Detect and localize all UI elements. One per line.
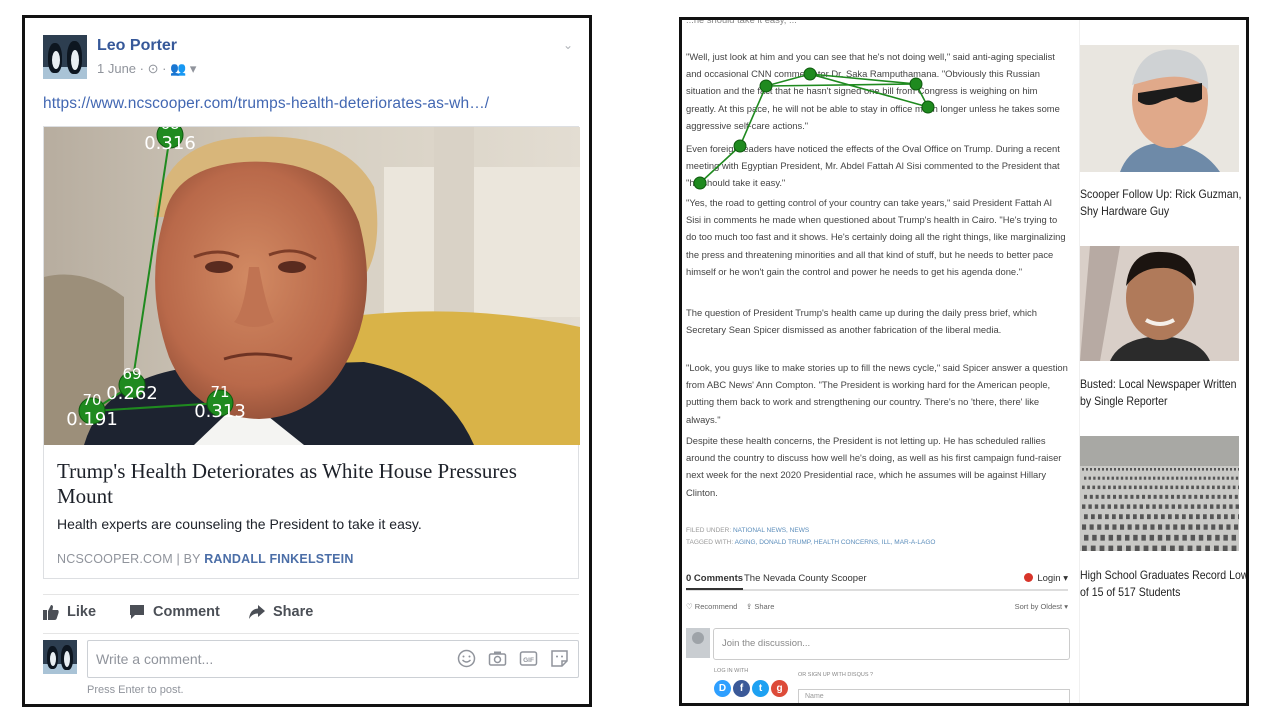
article-paragraph: The question of President Trump's health… [686,307,1037,336]
emoji-icon[interactable] [457,649,476,668]
related-story-title-line: Busted: Local Newspaper Written [1080,377,1237,391]
article-taxonomy: FILED UNDER: NATIONAL NEWS, NEWS TAGGED … [686,525,935,549]
login-button[interactable]: Login ▾ [1024,573,1068,584]
login-label: Login [1037,573,1061,584]
related-stories-sidebar: Scooper Follow Up: Rick Guzman, Shy Hard… [1079,20,1249,703]
comments-count-tab[interactable]: 0 Comments [686,573,744,590]
link-preview-card[interactable]: 680.316690.262700.191710.313 Trump's Hea… [43,126,580,579]
like-button[interactable]: Like [43,604,96,620]
gif-icon[interactable]: GIF [519,649,538,668]
related-story-title[interactable]: Busted: Local Newspaper Written by Singl… [1080,376,1237,410]
card-source: NCSCOOPER.COM | BY RANDALL FINKELSTEIN [57,552,354,566]
gaze-fixation-duration: 0.262 [106,383,158,404]
tagged-with-links[interactable]: AGING, DONALD TRUMP, HEALTH CONCERNS, IL… [735,539,936,546]
related-story-image[interactable] [1080,246,1239,361]
related-story-title[interactable]: Scooper Follow Up: Rick Guzman, Shy Hard… [1080,186,1242,220]
article-paragraph: Despite these health concerns, the Presi… [686,435,1062,498]
source-by: BY [183,552,201,566]
article-paragraph: "Look, you guys like to make stories up … [686,362,1068,425]
facebook-post-panel: Leo Porter 1 June · ⊙ · 👥 ▾ ⌄ https://ww… [22,15,592,707]
chevron-down-icon[interactable]: ⌄ [563,38,573,52]
author-avatar[interactable] [43,35,87,79]
article-body: ...he should take it easy, ... "Well, ju… [686,17,1070,703]
share-button[interactable]: Share [249,604,313,620]
signup-label: OR SIGN UP WITH DISQUS ? [798,672,874,678]
share-label: Share [273,604,314,620]
google-icon[interactable]: g [771,680,788,697]
gaze-fixation-index: 71 [210,383,229,401]
comment-button[interactable]: Comment [129,604,220,620]
filed-under-label: FILED UNDER: [686,527,732,534]
post-link[interactable]: https://www.ncscooper.com/trumps-health-… [43,95,489,113]
source-author[interactable]: RANDALL FINKELSTEIN [204,552,353,566]
join-discussion-input[interactable]: Join the discussion... [713,628,1070,660]
filed-under-links[interactable]: NATIONAL NEWS, NEWS [733,527,809,534]
article-cut-line: ...he should take it easy, ... [686,17,797,25]
user-avatar-icon [686,628,710,658]
comment-composer: Write a comment... GIF Press Enter to po… [43,640,579,696]
related-story-title-line: Shy Hardware Guy [1080,204,1170,218]
related-story-image[interactable] [1080,45,1239,172]
comments-header: 0 Comments The Nevada County Scooper Log… [686,569,1068,591]
thumbs-up-icon [43,605,59,620]
source-separator: | [176,552,180,566]
speech-bubble-icon [130,605,144,619]
social-login-buttons: D f t g [714,680,788,697]
facebook-icon[interactable]: f [733,680,750,697]
tagged-with-label: TAGGED WITH: [686,539,734,546]
source-domain: NCSCOOPER.COM [57,552,173,566]
post-meta: 1 June · ⊙ · 👥 ▾ [97,61,197,76]
svg-text:GIF: GIF [523,657,534,664]
gaze-fixation-duration: 0.316 [144,133,196,154]
commenter-avatar [43,640,77,674]
gaze-fixation-duration: 0.313 [194,401,246,422]
gaze-fixation-index: 69 [122,365,141,383]
recommend-button[interactable]: ♡ Recommend [686,602,737,611]
share-arrow-icon [249,605,265,619]
gaze-fixation-duration: 0.191 [66,409,118,430]
sort-dropdown[interactable]: Sort by Oldest ▾ [1015,602,1068,611]
author-name[interactable]: Leo Porter [97,37,177,55]
like-label: Like [67,604,97,620]
twitter-icon[interactable]: t [752,680,769,697]
card-description: Health experts are counseling the Presid… [57,516,422,532]
related-story-title-line: High School Graduates Record Low [1080,568,1249,582]
disqus-icon[interactable]: D [714,680,731,697]
name-field[interactable]: Name [798,689,1070,703]
comments-share-button[interactable]: ⇪ Share [746,602,774,611]
article-gaze-overlay [693,67,935,190]
camera-icon[interactable] [488,649,507,668]
press-enter-hint: Press Enter to post. [87,684,184,696]
article-page-panel: ...he should take it easy, ... "Well, ju… [679,17,1249,706]
disqus-notification-icon [1024,573,1034,582]
sticker-icon[interactable] [550,649,569,668]
comment-label: Comment [153,604,220,620]
related-story-title-line: of 15 of 517 Students [1080,585,1181,599]
related-story-title-line: Scooper Follow Up: Rick Guzman, [1080,187,1242,201]
card-title[interactable]: Trump's Health Deteriorates as White Hou… [57,459,567,509]
site-name-tab[interactable]: The Nevada County Scooper [744,573,867,584]
comment-tools: GIF [457,649,569,668]
related-story-title[interactable]: High School Graduates Record Low of 15 o… [1080,567,1249,601]
post-action-bar: Like Comment Share [43,594,579,634]
related-story-image[interactable] [1080,436,1239,551]
related-story-title-line: by Single Reporter [1080,394,1168,408]
comments-share-label: Share [754,602,775,611]
article-photo[interactable]: 680.316690.262700.191710.313 [44,127,580,445]
sort-label: Sort by Oldest [1014,602,1063,611]
login-with-label: LOG IN WITH [714,668,749,674]
gaze-fixation-index: 70 [82,391,101,409]
